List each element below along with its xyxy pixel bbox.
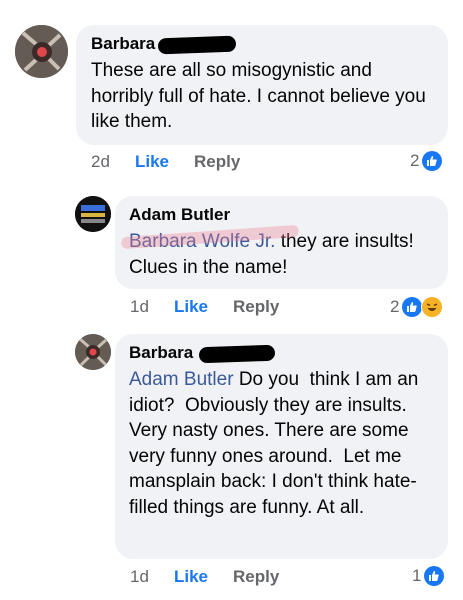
reaction-count: 2 [410, 151, 420, 170]
reaction-summary[interactable]: 2 [410, 151, 443, 171]
haha-reaction-icon [421, 296, 444, 318]
comment-bubble: Barbara Adam Butler Do you think I am an… [115, 334, 448, 559]
comment-author[interactable]: Barbara [91, 34, 155, 54]
comment-actions: 1d Like Reply [130, 297, 279, 317]
comment-time[interactable]: 1d [130, 297, 174, 317]
comment-time[interactable]: 2d [91, 152, 135, 172]
like-button[interactable]: Like [174, 567, 208, 587]
reaction-summary[interactable]: 1 [412, 566, 445, 586]
like-reaction-icon [422, 151, 443, 171]
comment-author[interactable]: Barbara [129, 343, 193, 363]
avatar[interactable] [15, 25, 68, 78]
like-button[interactable]: Like [174, 297, 208, 317]
mention-link[interactable]: Adam Butler [129, 369, 234, 390]
comment-author[interactable]: Adam Butler [129, 205, 230, 225]
comment-text: Adam Butler Do you think I am an idiot? … [129, 367, 434, 520]
redaction-mark [198, 344, 276, 364]
avatar[interactable] [75, 334, 111, 370]
comment-body: Do you think I am an idiot? Obviously th… [129, 369, 424, 518]
reply-button[interactable]: Reply [233, 567, 279, 587]
reaction-count: 1 [412, 566, 422, 585]
redaction-mark [157, 35, 237, 55]
comment-actions: 1d Like Reply [130, 567, 279, 587]
reply-button[interactable]: Reply [194, 152, 240, 172]
comment-bubble: Adam Butler Barbara Wolfe Jr. they are i… [115, 196, 448, 289]
comment-bubble: Barbara These are all so misogynistic an… [76, 25, 448, 145]
like-reaction-icon [402, 297, 423, 317]
reaction-count: 2 [390, 297, 400, 316]
reply-button[interactable]: Reply [233, 297, 279, 317]
comment-time[interactable]: 1d [130, 567, 174, 587]
comment-actions: 2d Like Reply [91, 152, 240, 172]
reaction-summary[interactable]: 2 [390, 296, 444, 318]
like-button[interactable]: Like [135, 152, 169, 172]
avatar[interactable] [75, 196, 111, 232]
comment-text: These are all so misogynistic and horrib… [91, 60, 426, 132]
like-reaction-icon [424, 566, 445, 586]
